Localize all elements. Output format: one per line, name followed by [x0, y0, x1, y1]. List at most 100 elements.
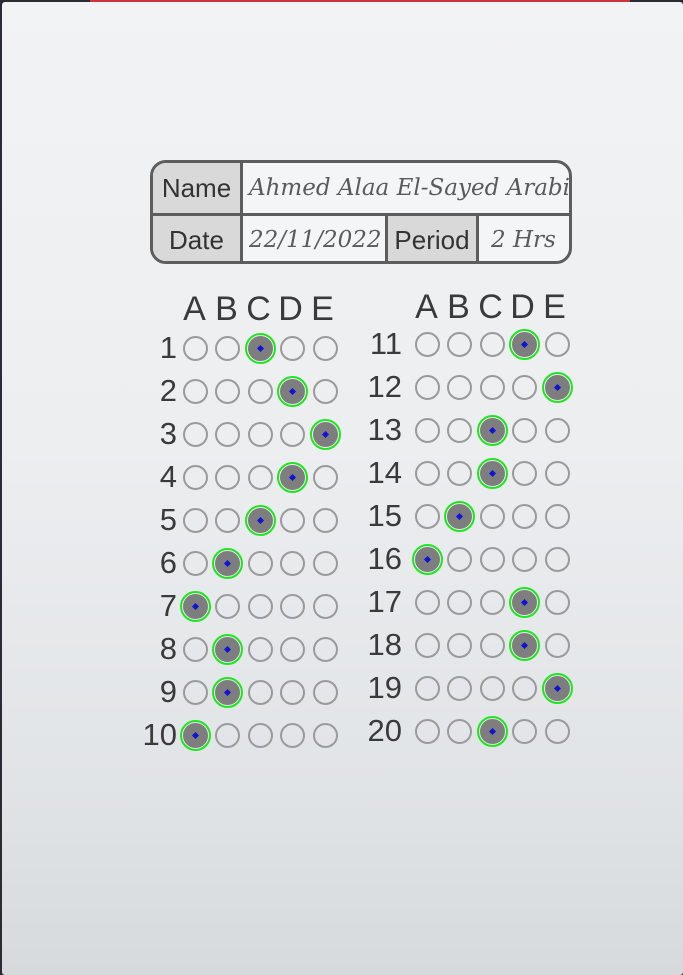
- answer-bubble-a[interactable]: [182, 679, 208, 705]
- answer-bubble-c[interactable]: [247, 421, 273, 447]
- answer-bubble-a[interactable]: [182, 636, 208, 662]
- answer-bubble-d[interactable]: [280, 421, 305, 447]
- answer-bubble-e[interactable]: [312, 722, 338, 748]
- answer-bubble-b[interactable]: [215, 464, 240, 490]
- answer-bubble-d[interactable]: [512, 632, 537, 658]
- answer-bubble-e[interactable]: [544, 589, 570, 615]
- answer-bubble-d[interactable]: [280, 378, 305, 404]
- answer-bubble-c[interactable]: [247, 722, 273, 748]
- answer-bubble-b[interactable]: [447, 417, 472, 443]
- answer-bubble-c[interactable]: [247, 378, 273, 404]
- answer-bubble-e[interactable]: [544, 417, 570, 443]
- answer-bubble-b[interactable]: [215, 679, 240, 705]
- answer-bubble-a[interactable]: [414, 589, 440, 615]
- answer-bubble-e[interactable]: [544, 546, 570, 572]
- answer-bubble-d[interactable]: [280, 636, 305, 662]
- answer-bubble-a[interactable]: [414, 718, 440, 744]
- answer-bubble-e[interactable]: [544, 675, 570, 701]
- answer-bubble-a[interactable]: [414, 503, 440, 529]
- answer-bubble-b[interactable]: [215, 421, 240, 447]
- answer-bubble-c[interactable]: [247, 679, 273, 705]
- answer-bubble-c[interactable]: [247, 507, 273, 533]
- answer-bubble-e[interactable]: [312, 378, 338, 404]
- answer-bubble-a[interactable]: [414, 546, 440, 572]
- answer-bubble-a[interactable]: [182, 421, 208, 447]
- answer-bubble-b[interactable]: [447, 503, 472, 529]
- answer-bubble-b[interactable]: [447, 589, 472, 615]
- answer-bubble-b[interactable]: [447, 331, 472, 357]
- answer-bubble-a[interactable]: [182, 722, 208, 748]
- answer-bubble-d[interactable]: [512, 460, 537, 486]
- answer-bubble-c[interactable]: [479, 546, 505, 572]
- answer-bubble-c[interactable]: [479, 503, 505, 529]
- answer-bubble-b[interactable]: [215, 507, 240, 533]
- answer-bubble-b[interactable]: [447, 374, 472, 400]
- answer-bubble-e[interactable]: [312, 679, 338, 705]
- answer-bubble-e[interactable]: [312, 464, 338, 490]
- answer-bubble-c[interactable]: [479, 417, 505, 443]
- answer-bubble-b[interactable]: [215, 593, 240, 619]
- answer-bubble-d[interactable]: [280, 679, 305, 705]
- answer-bubble-b[interactable]: [447, 632, 472, 658]
- answer-bubble-d[interactable]: [512, 374, 537, 400]
- answer-bubble-d[interactable]: [512, 718, 537, 744]
- answer-bubble-d[interactable]: [280, 464, 305, 490]
- answer-bubble-e[interactable]: [544, 331, 570, 357]
- answer-bubble-e[interactable]: [544, 503, 570, 529]
- answer-bubble-c[interactable]: [479, 331, 505, 357]
- answer-bubble-e[interactable]: [544, 632, 570, 658]
- answer-bubble-b[interactable]: [447, 718, 472, 744]
- answer-bubble-e[interactable]: [312, 507, 338, 533]
- answer-bubble-c[interactable]: [479, 374, 505, 400]
- answer-bubble-e[interactable]: [312, 421, 338, 447]
- answer-bubble-b[interactable]: [215, 722, 240, 748]
- answer-bubble-c[interactable]: [247, 335, 273, 361]
- answer-bubble-e[interactable]: [544, 374, 570, 400]
- answer-bubble-a[interactable]: [182, 335, 208, 361]
- answer-bubble-a[interactable]: [182, 593, 208, 619]
- answer-bubble-d[interactable]: [280, 335, 305, 361]
- answer-bubble-c[interactable]: [247, 464, 273, 490]
- answer-bubble-a[interactable]: [414, 374, 440, 400]
- answer-bubble-c[interactable]: [247, 593, 273, 619]
- answer-bubble-e[interactable]: [544, 718, 570, 744]
- answer-bubble-a[interactable]: [182, 378, 208, 404]
- answer-bubble-c[interactable]: [479, 718, 505, 744]
- answer-bubble-a[interactable]: [182, 464, 208, 490]
- answer-bubble-a[interactable]: [414, 460, 440, 486]
- answer-bubble-d[interactable]: [512, 331, 537, 357]
- answer-bubble-a[interactable]: [414, 675, 440, 701]
- answer-bubble-b[interactable]: [447, 546, 472, 572]
- answer-bubble-c[interactable]: [479, 632, 505, 658]
- answer-bubble-d[interactable]: [512, 675, 537, 701]
- answer-bubble-e[interactable]: [312, 335, 338, 361]
- answer-bubble-e[interactable]: [312, 636, 338, 662]
- answer-bubble-c[interactable]: [247, 550, 273, 576]
- answer-bubble-b[interactable]: [447, 675, 472, 701]
- answer-bubble-b[interactable]: [215, 335, 240, 361]
- answer-bubble-d[interactable]: [280, 507, 305, 533]
- answer-bubble-b[interactable]: [215, 636, 240, 662]
- answer-bubble-d[interactable]: [280, 722, 305, 748]
- answer-bubble-e[interactable]: [544, 460, 570, 486]
- answer-bubble-a[interactable]: [182, 550, 208, 576]
- answer-bubble-d[interactable]: [512, 546, 537, 572]
- answer-bubble-c[interactable]: [247, 636, 273, 662]
- answer-bubble-e[interactable]: [312, 593, 338, 619]
- answer-bubble-c[interactable]: [479, 675, 505, 701]
- answer-bubble-d[interactable]: [512, 417, 537, 443]
- answer-bubble-a[interactable]: [414, 632, 440, 658]
- answer-bubble-d[interactable]: [512, 503, 537, 529]
- answer-bubble-b[interactable]: [447, 460, 472, 486]
- answer-bubble-c[interactable]: [479, 460, 505, 486]
- answer-bubble-a[interactable]: [182, 507, 208, 533]
- answer-bubble-b[interactable]: [215, 378, 240, 404]
- answer-bubble-a[interactable]: [414, 417, 440, 443]
- answer-bubble-b[interactable]: [215, 550, 240, 576]
- answer-bubble-d[interactable]: [512, 589, 537, 615]
- answer-bubble-c[interactable]: [479, 589, 505, 615]
- answer-bubble-e[interactable]: [312, 550, 338, 576]
- answer-bubble-d[interactable]: [280, 593, 305, 619]
- answer-bubble-a[interactable]: [414, 331, 440, 357]
- answer-bubble-d[interactable]: [280, 550, 305, 576]
